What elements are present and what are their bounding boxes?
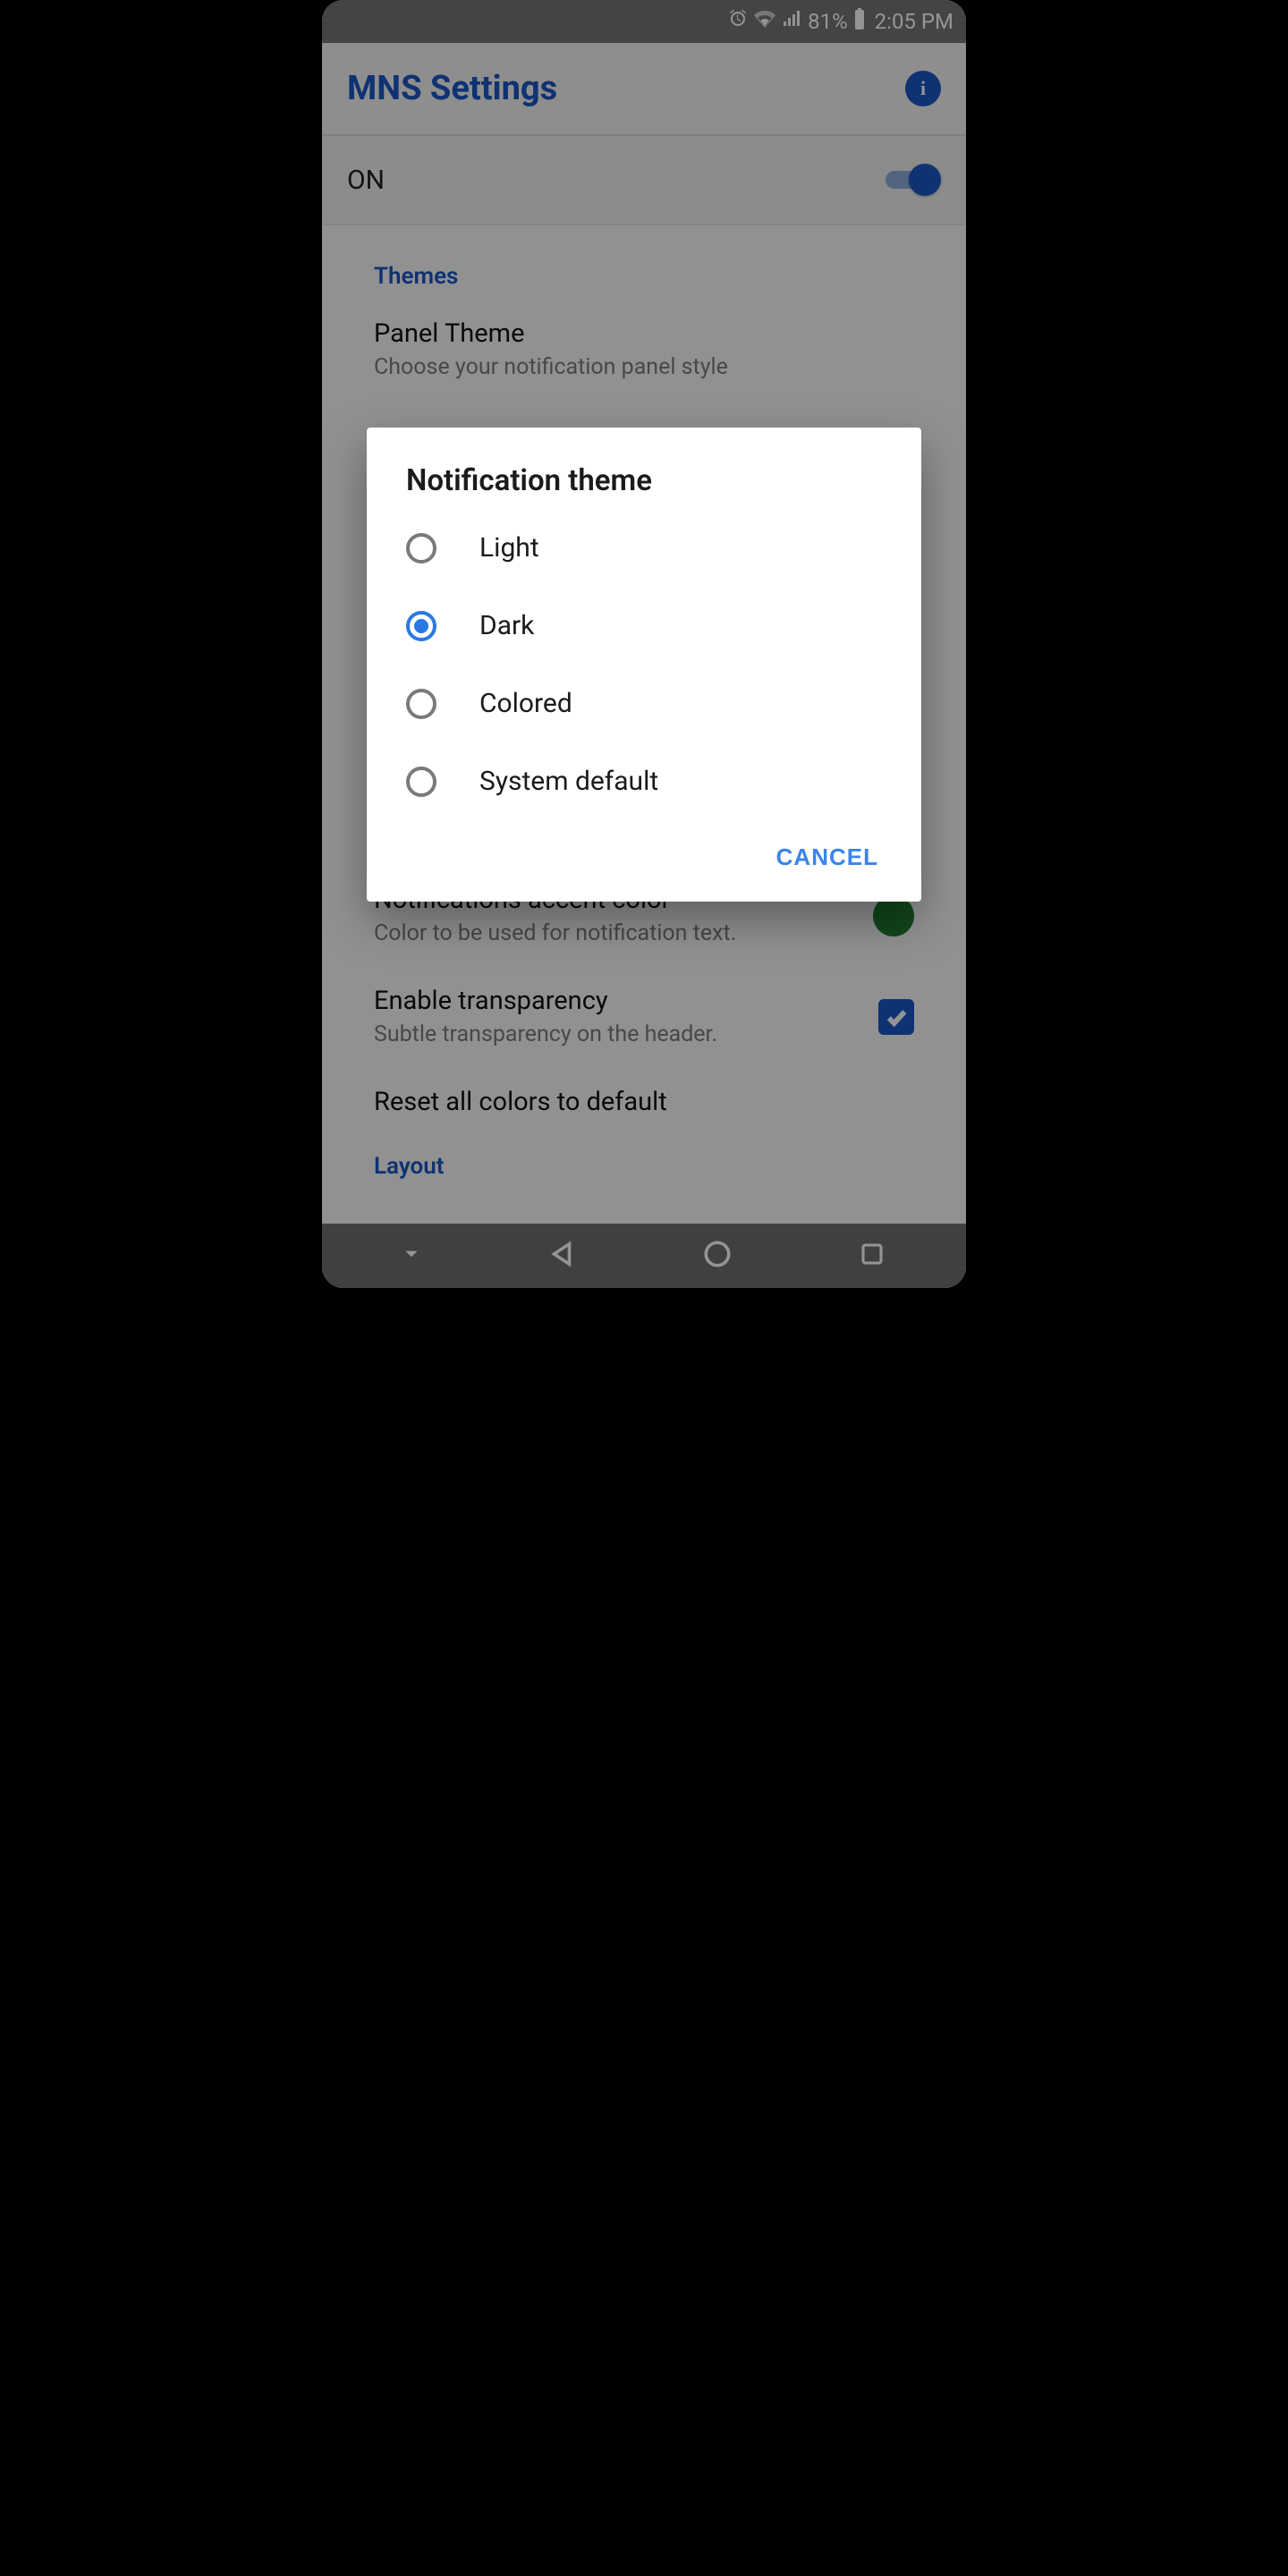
radio-icon [406, 689, 436, 719]
radio-label: Light [479, 532, 539, 564]
radio-label: System default [479, 766, 658, 797]
dialog-title: Notification theme [367, 463, 921, 509]
radio-option-system-default[interactable]: System default [367, 742, 921, 820]
radio-icon [406, 533, 436, 564]
cancel-button[interactable]: CANCEL [766, 836, 889, 878]
radio-icon [406, 611, 436, 641]
radio-option-colored[interactable]: Colored [367, 665, 921, 742]
radio-label: Colored [479, 688, 572, 719]
dialog-actions: CANCEL [367, 820, 921, 886]
radio-icon [406, 767, 436, 797]
radio-option-dark[interactable]: Dark [367, 587, 921, 665]
notification-theme-dialog: Notification theme Light Dark Colored Sy… [367, 428, 921, 902]
radio-option-light[interactable]: Light [367, 509, 921, 587]
radio-label: Dark [479, 610, 534, 641]
device-frame: 81% 2:05 PM MNS Settings i ON Themes Pan… [322, 0, 966, 1288]
